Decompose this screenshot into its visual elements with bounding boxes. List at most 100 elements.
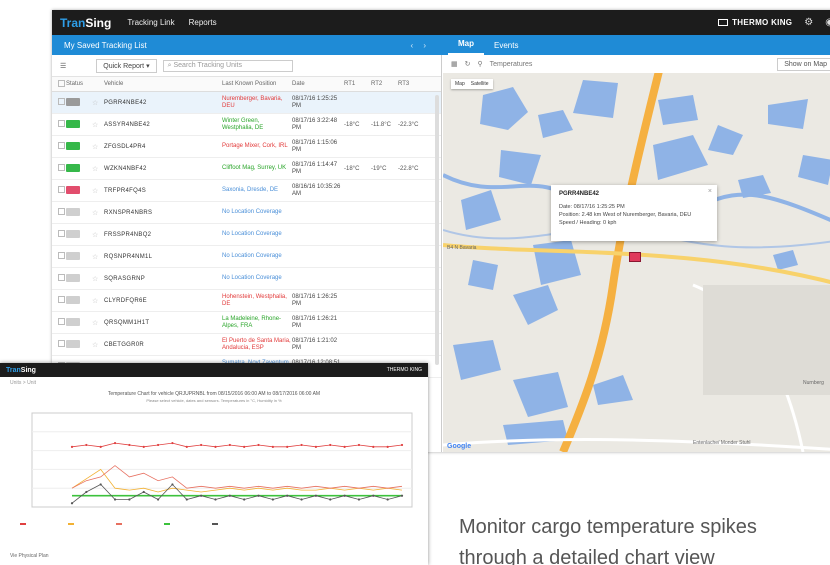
data-point[interactable] [142, 490, 145, 494]
table-row[interactable]: ☆ FRSSPR4NBQ2 No Location Coverage [52, 224, 441, 246]
star-icon[interactable]: ☆ [92, 209, 104, 217]
row-checkbox[interactable] [52, 296, 66, 305]
data-point[interactable] [200, 494, 203, 497]
data-point[interactable] [300, 498, 303, 501]
data-point[interactable] [70, 502, 74, 505]
filter-icon[interactable]: ⚲ [478, 60, 483, 68]
row-checkbox[interactable] [52, 230, 66, 239]
data-point[interactable] [156, 498, 160, 501]
nav-reports[interactable]: Reports [189, 18, 217, 27]
data-point[interactable] [228, 443, 231, 447]
star-icon[interactable]: ☆ [92, 341, 104, 349]
star-icon[interactable]: ☆ [92, 165, 104, 173]
table-row[interactable]: ☆ CBETGGR0R El Puerto de Santa Maria, Anda… [52, 334, 441, 356]
star-icon[interactable]: ☆ [92, 297, 104, 305]
data-point[interactable] [185, 498, 188, 501]
data-point[interactable] [85, 443, 88, 447]
star-icon[interactable]: ☆ [92, 187, 104, 195]
table-row[interactable]: ☆ QRSQMM1H1T La Madeleine, Rhone-Alpes, FR… [52, 312, 441, 334]
data-point[interactable] [214, 445, 217, 448]
vehicle-name[interactable]: CBETGGR0R [104, 342, 222, 348]
data-point[interactable] [257, 494, 260, 497]
data-point[interactable] [99, 445, 102, 448]
table-row[interactable]: ☆ ASSYR4NBE42 Winter Green, Westphalia, DE… [52, 114, 441, 136]
row-checkbox[interactable] [52, 98, 66, 107]
data-point[interactable] [99, 483, 102, 486]
header-rt2[interactable]: RT2 [371, 81, 398, 87]
table-row[interactable]: ☆ SQRASGRNP No Location Coverage [52, 268, 441, 290]
legend-item[interactable] [68, 523, 77, 525]
data-point[interactable] [372, 445, 375, 448]
table-row[interactable]: ☆ TRFPR4FQ4S Saxonia, Dresde, DE 08/16/16 1… [52, 180, 441, 202]
star-icon[interactable]: ☆ [92, 121, 104, 129]
data-point[interactable] [156, 443, 160, 447]
data-point[interactable] [128, 443, 131, 447]
vehicle-name[interactable]: RQSNPR4NM1L [104, 254, 222, 260]
data-point[interactable] [400, 494, 404, 497]
header-rt1[interactable]: RT1 [344, 81, 371, 87]
data-point[interactable] [386, 498, 389, 501]
truck-marker-icon[interactable] [629, 252, 641, 262]
data-point[interactable] [185, 445, 188, 448]
data-point[interactable] [314, 494, 318, 497]
row-checkbox[interactable] [52, 318, 66, 327]
data-point[interactable] [243, 498, 246, 501]
legend-item[interactable] [116, 523, 125, 525]
table-row[interactable]: ☆ CLYRDFQR6E Hohenstein, Westphalia, DE 08/… [52, 290, 441, 312]
header-status[interactable]: Status [66, 81, 92, 87]
row-checkbox[interactable] [52, 186, 66, 195]
menu-icon[interactable]: ☰ [60, 62, 66, 70]
tab-events[interactable]: Events [484, 41, 528, 55]
data-point[interactable] [286, 445, 289, 448]
header-date[interactable]: Date [292, 81, 344, 87]
vehicle-name[interactable]: ZFGSDL4PR4 [104, 144, 222, 150]
tab-map[interactable]: Map [448, 39, 484, 55]
nav-tracking-link[interactable]: Tracking Link [127, 18, 174, 27]
map-panel[interactable]: ▦ ↻ ⚲ Temperatures Show on Map Map Satel… [443, 55, 830, 452]
header-vehicle[interactable]: Vehicle [104, 81, 222, 87]
star-icon[interactable]: ☆ [92, 253, 104, 261]
header-position[interactable]: Last Known Position [222, 81, 292, 87]
table-row[interactable]: ☆ WZKN4NBF42 Cliffoot Mag, Surrey, UK 08/17… [52, 158, 441, 180]
data-point[interactable] [271, 498, 274, 501]
row-checkbox[interactable] [52, 208, 66, 217]
layers-icon[interactable]: ▦ [451, 60, 458, 68]
star-icon[interactable]: ☆ [92, 231, 104, 239]
row-checkbox[interactable] [52, 142, 66, 151]
data-point[interactable] [128, 498, 131, 501]
data-point[interactable] [228, 494, 231, 497]
data-point[interactable] [271, 445, 274, 448]
app-logo[interactable]: TranSing [60, 16, 111, 30]
vehicle-name[interactable]: FRSSPR4NBQ2 [104, 232, 222, 238]
data-point[interactable] [257, 443, 260, 447]
data-point[interactable] [171, 441, 174, 445]
vehicle-name[interactable]: WZKN4NBF42 [104, 166, 222, 172]
data-point[interactable] [200, 443, 203, 447]
user-icon[interactable]: ◉ [825, 17, 830, 28]
map-type-satellite[interactable]: Satellite [471, 81, 489, 87]
vehicle-name[interactable]: ASSYR4NBE42 [104, 122, 222, 128]
data-point[interactable] [171, 483, 174, 486]
vehicle-name[interactable]: QRSQMM1H1T [104, 320, 222, 326]
star-icon[interactable]: ☆ [92, 319, 104, 327]
row-checkbox[interactable] [52, 340, 66, 349]
data-point[interactable] [113, 441, 117, 445]
legend-item[interactable] [212, 523, 221, 525]
gear-icon[interactable]: ⚙ [804, 17, 813, 28]
data-point[interactable] [314, 445, 318, 448]
pager-arrows-icon[interactable]: ‹ › [410, 41, 430, 50]
data-point[interactable] [214, 498, 217, 501]
physical-plan-button[interactable]: Vie Physical Plan [10, 553, 49, 559]
star-icon[interactable]: ☆ [92, 99, 104, 107]
data-point[interactable] [343, 494, 346, 497]
star-icon[interactable]: ☆ [92, 143, 104, 151]
data-point[interactable] [372, 494, 375, 497]
data-point[interactable] [329, 443, 332, 447]
vehicle-name[interactable]: RXNSPR4NBRS [104, 210, 222, 216]
header-rt3[interactable]: RT3 [398, 81, 425, 87]
data-point[interactable] [113, 498, 117, 501]
table-scrollbar[interactable] [435, 95, 439, 365]
data-point[interactable] [343, 445, 346, 448]
search-input[interactable]: ⌕ Search Tracking Units [162, 59, 293, 72]
quick-report-select[interactable]: Quick Report ▾ [96, 58, 157, 73]
